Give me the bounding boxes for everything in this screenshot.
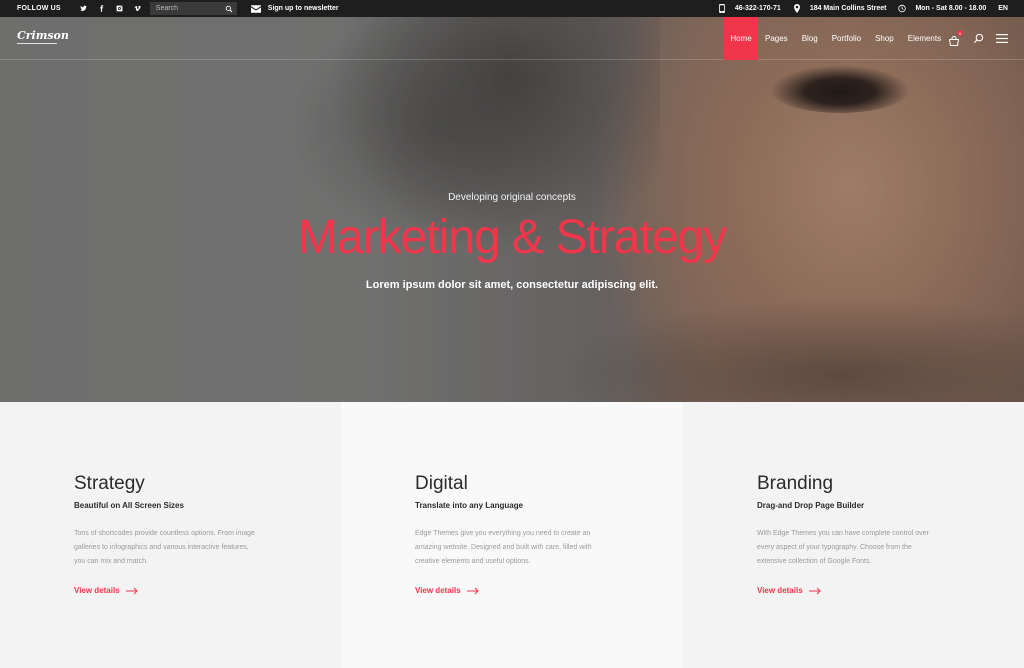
nav-item-pages[interactable]: Pages: [758, 17, 795, 60]
hours-text: Mon - Sat 8.00 - 18.00: [915, 5, 987, 12]
feature-title: Strategy: [74, 473, 145, 494]
feature-text-line: With Edge Themes you can have complete c…: [757, 530, 929, 537]
view-details-link[interactable]: View details: [415, 586, 683, 595]
facebook-icon[interactable]: [93, 0, 111, 17]
feature-subtitle: Drag-and Drop Page Builder: [757, 501, 865, 510]
hero-text: Developing original concepts Marketing &…: [0, 17, 1024, 402]
address-text: 184 Main Collins Street: [809, 5, 887, 12]
hero-section: Crimson Home Pages Blog Portfolio Shop E…: [0, 17, 1024, 402]
arrow-right-icon: [125, 587, 138, 594]
shopping-bag-icon: [948, 36, 960, 46]
feature-card-digital: Digital Translate into any Language Edge…: [341, 402, 683, 668]
view-details-label: View details: [74, 586, 120, 595]
cart-count-badge: 0: [957, 30, 963, 36]
feature-card-strategy: Strategy Beautiful on All Screen Sizes T…: [0, 402, 341, 668]
nav-item-home[interactable]: Home: [724, 17, 758, 60]
language-label: EN: [998, 5, 1008, 12]
feature-text: Edge Themes give you everything you need…: [415, 527, 615, 569]
twitter-icon[interactable]: [75, 0, 93, 17]
location-pin-icon: [793, 4, 800, 13]
arrow-right-icon: [808, 587, 821, 594]
site-logo[interactable]: Crimson: [17, 29, 69, 44]
feature-text: With Edge Themes you can have complete c…: [757, 527, 957, 569]
feature-subtitle: Beautiful on All Screen Sizes: [74, 501, 184, 510]
phone-info: 46-322-170-71: [718, 4, 781, 13]
search-icon[interactable]: [973, 33, 984, 44]
instagram-icon[interactable]: [111, 0, 129, 17]
clock-icon: [898, 4, 907, 13]
feature-text-line: extensive collection of Google Fonts.: [757, 558, 872, 565]
feature-text-line: galleries to infographics and various in…: [74, 544, 249, 551]
feature-text-line: you can mix and match.: [74, 558, 148, 565]
hamburger-menu-icon[interactable]: [996, 34, 1008, 43]
features-section: Strategy Beautiful on All Screen Sizes T…: [0, 402, 1024, 668]
nav-item-shop[interactable]: Shop: [868, 17, 901, 60]
phone-icon: [719, 4, 725, 13]
nav-item-elements[interactable]: Elements: [901, 17, 948, 60]
nav-item-portfolio[interactable]: Portfolio: [825, 17, 868, 60]
view-details-link[interactable]: View details: [74, 586, 341, 595]
topbar-search: [149, 2, 237, 15]
hero-kicker: Developing original concepts: [448, 192, 576, 203]
language-switcher[interactable]: EN: [998, 5, 1008, 12]
feature-text-line: Edge Themes give you everything you need…: [415, 530, 591, 537]
menu: Home Pages Blog Portfolio Shop Elements: [724, 17, 948, 60]
hero-headline: Marketing & Strategy: [0, 209, 1024, 267]
feature-text-line: Tons of shortcodes provide countless opt…: [74, 530, 255, 537]
vimeo-icon[interactable]: [129, 0, 147, 17]
hours-info: Mon - Sat 8.00 - 18.00: [898, 4, 986, 13]
main-nav: Crimson Home Pages Blog Portfolio Shop E…: [0, 17, 1024, 60]
hero-subline: Lorem ipsum dolor sit amet, consectetur …: [365, 279, 659, 291]
hero-headline-text: Marketing & Strategy: [297, 211, 727, 264]
top-bar: FOLLOW US Sign up to newsletter 46-322-1…: [0, 0, 1024, 17]
search-icon[interactable]: [225, 5, 233, 13]
feature-text-line: creative elements and useful options.: [415, 558, 531, 565]
view-details-label: View details: [757, 586, 803, 595]
feature-text-line: amazing website. Designed and built with…: [415, 544, 592, 551]
feature-subtitle: Translate into any Language: [415, 501, 524, 510]
nav-item-blog[interactable]: Blog: [795, 17, 825, 60]
newsletter-label: Sign up to newsletter: [267, 5, 339, 12]
search-input[interactable]: [155, 5, 216, 12]
phone-number: 46-322-170-71: [734, 5, 781, 12]
address-info: 184 Main Collins Street: [793, 4, 887, 13]
view-details-link[interactable]: View details: [757, 586, 1024, 595]
feature-text: Tons of shortcodes provide countless opt…: [74, 527, 274, 569]
follow-us-label: FOLLOW US: [17, 5, 61, 12]
cart-button[interactable]: 0: [948, 30, 963, 46]
feature-card-branding: Branding Drag-and Drop Page Builder With…: [683, 402, 1024, 668]
arrow-right-icon: [466, 587, 479, 594]
feature-title: Branding: [757, 473, 834, 494]
newsletter-link[interactable]: Sign up to newsletter: [250, 4, 339, 13]
view-details-label: View details: [415, 586, 461, 595]
feature-text-line: every aspect of your typography. Choose …: [757, 544, 912, 551]
envelope-icon: [250, 4, 261, 13]
feature-title: Digital: [415, 473, 468, 494]
